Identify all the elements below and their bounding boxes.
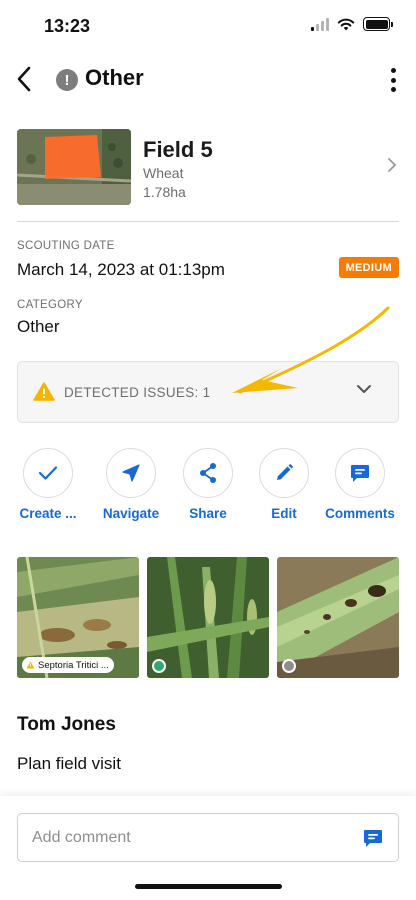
category-label: CATEGORY <box>17 299 83 311</box>
photo-status-dot <box>282 659 296 673</box>
detected-issues-label: DETECTED ISSUES: 1 <box>64 385 211 400</box>
severity-badge: MEDIUM <box>338 257 399 278</box>
detected-issues-dropdown[interactable]: DETECTED ISSUES: 1 <box>17 361 399 423</box>
chevron-left-icon <box>17 66 31 92</box>
disease-tag: Septoria Tritici ... <box>22 657 114 673</box>
comment-input[interactable] <box>32 814 352 861</box>
category-value: Other <box>17 317 60 336</box>
page-title: Other <box>85 65 144 90</box>
comment-icon <box>351 465 369 482</box>
field-crop: Wheat <box>143 165 184 181</box>
action-row: Create ... Navigate Share Edit Comments <box>17 448 399 528</box>
navigate-label: Navigate <box>102 506 160 521</box>
chevron-down-icon <box>357 385 371 393</box>
field-satellite-thumbnail <box>17 129 131 205</box>
navigate-arrow-icon <box>122 464 140 482</box>
status-bar: 13:23 <box>0 0 416 52</box>
divider <box>17 221 399 222</box>
wifi-icon <box>337 18 355 30</box>
back-button[interactable] <box>10 62 38 96</box>
disease-tag-label: Septoria Tritici ... <box>38 659 109 671</box>
photo-status-dot <box>152 659 166 673</box>
status-time: 13:23 <box>44 16 91 36</box>
scouting-date-label: SCOUTING DATE <box>17 240 115 252</box>
home-indicator <box>135 884 282 889</box>
edit-button[interactable]: Edit <box>243 448 325 521</box>
note-author: Tom Jones <box>17 714 116 735</box>
navigate-button[interactable]: Navigate <box>90 448 172 521</box>
comments-button[interactable]: Comments <box>319 448 401 521</box>
pencil-icon <box>277 464 293 480</box>
more-options-button[interactable] <box>386 66 400 94</box>
field-card[interactable]: Field 5 Wheat 1.78ha <box>17 129 399 207</box>
scouting-date-value: March 14, 2023 at 01:13pm <box>17 260 225 279</box>
battery-icon <box>363 17 393 31</box>
field-area: 1.78ha <box>143 184 186 200</box>
photo-thumbnail[interactable] <box>147 557 269 678</box>
category-exclamation-icon: ! <box>56 69 78 91</box>
comment-field[interactable] <box>17 813 399 862</box>
comment-send-icon[interactable] <box>362 827 384 849</box>
status-icons <box>311 17 393 31</box>
edit-label: Edit <box>271 506 297 521</box>
more-vertical-icon <box>390 68 396 73</box>
photo-thumbnail[interactable]: Septoria Tritici ... <box>17 557 139 678</box>
share-button[interactable]: Share <box>167 448 249 521</box>
top-bar: ! Other <box>0 56 416 104</box>
chevron-right-icon <box>388 158 397 172</box>
warning-icon <box>33 382 55 401</box>
share-icon <box>200 463 216 483</box>
share-label: Share <box>189 506 227 521</box>
create-task-button[interactable]: Create ... <box>7 448 89 521</box>
create-task-label: Create ... <box>19 506 77 521</box>
cellular-signal-icon <box>311 17 329 31</box>
check-icon <box>38 466 58 480</box>
photo-thumbnail[interactable] <box>277 557 399 678</box>
field-name: Field 5 <box>143 137 213 162</box>
comments-label: Comments <box>325 506 395 521</box>
note-text: Plan field visit <box>17 754 121 773</box>
photo-gallery: Septoria Tritici ... <box>17 557 399 679</box>
warning-icon <box>26 661 35 669</box>
